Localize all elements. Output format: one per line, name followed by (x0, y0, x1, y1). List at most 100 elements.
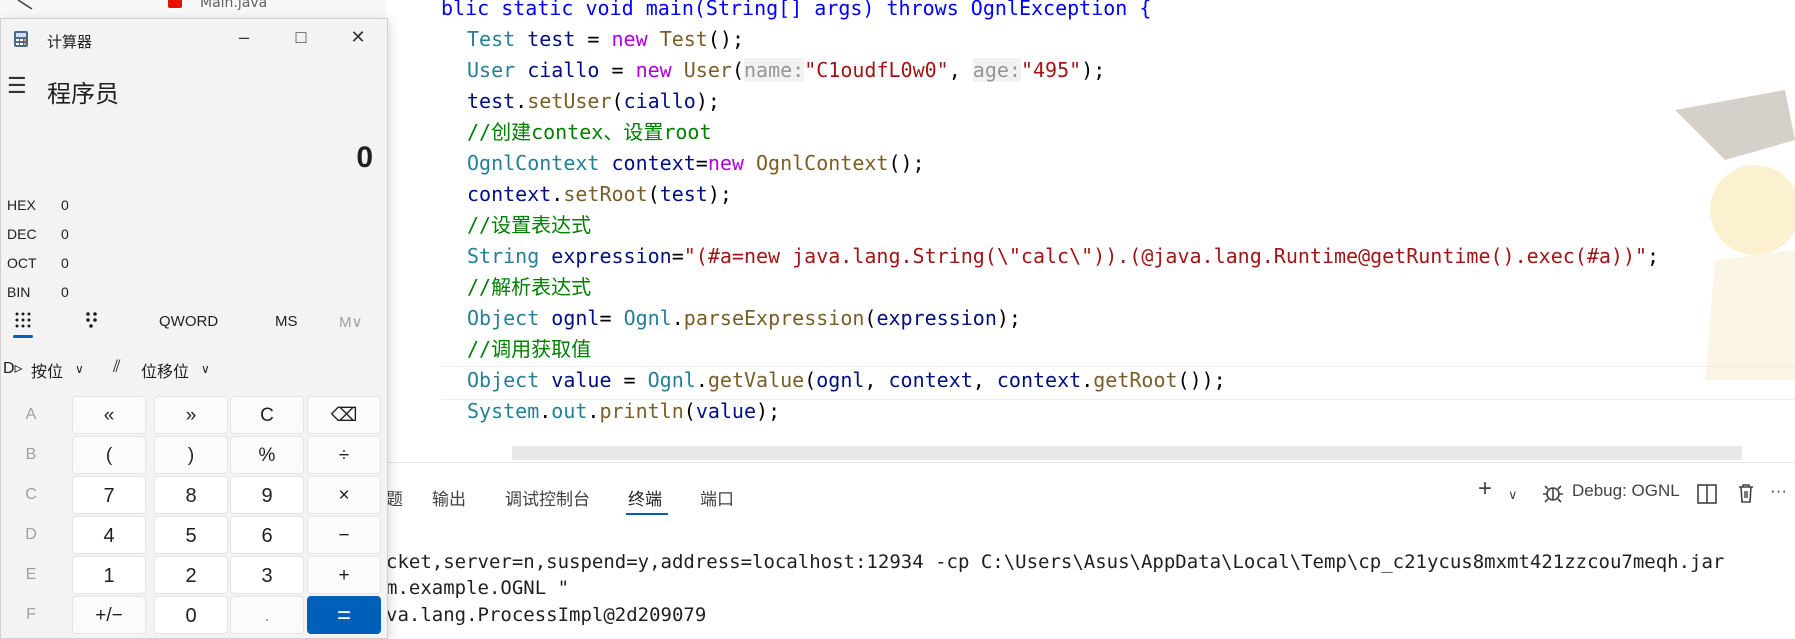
minimize-button[interactable]: – (229, 27, 259, 48)
code-line[interactable]: test.setUser(ciallo); (467, 86, 720, 117)
tab-output[interactable]: 输出 (432, 485, 466, 510)
code-token: test (467, 89, 516, 113)
calculator-key[interactable]: 1 (72, 556, 146, 594)
calculator-key[interactable]: × (307, 476, 381, 514)
hamburger-menu-icon[interactable]: ☰ (7, 73, 27, 99)
code-token: ciallo (527, 58, 600, 82)
tab-ports[interactable]: 端口 (700, 485, 734, 510)
radix-oct-value: 0 (61, 255, 69, 271)
calculator-window: 计算器 – □ ✕ ☰ 程序员 0 HEX 0 DEC 0 OCT 0 BIN … (0, 18, 388, 639)
radix-oct-label[interactable]: OCT (7, 255, 37, 271)
bitshift-dropdown[interactable]: 位移位 (141, 358, 189, 382)
calculator-key[interactable]: » (154, 396, 228, 434)
bug-icon (1543, 485, 1563, 503)
code-token: . (587, 399, 600, 423)
word-size-button[interactable]: QWORD (159, 313, 218, 330)
calculator-key[interactable]: 5 (154, 516, 228, 554)
bit-toggle-keypad-icon[interactable] (83, 311, 101, 329)
close-button[interactable]: ✕ (343, 27, 373, 48)
calculator-key[interactable]: 6 (230, 516, 304, 554)
calculator-key[interactable]: 2 (154, 556, 228, 594)
chevron-down-icon[interactable]: ∨ (1508, 487, 1518, 503)
radix-dec-label[interactable]: DEC (7, 226, 37, 242)
full-keypad-icon[interactable] (14, 311, 32, 329)
maximize-button[interactable]: □ (286, 27, 316, 48)
calculator-titlebar[interactable]: 计算器 – □ ✕ (1, 19, 387, 57)
java-file-icon (168, 0, 182, 8)
calculator-key[interactable]: +/− (72, 596, 146, 634)
code-line[interactable]: Object value = Ognl.getValue(ognl, conte… (467, 365, 1226, 396)
calculator-key[interactable]: 7 (72, 476, 146, 514)
code-line[interactable]: //设置表达式 (467, 210, 591, 241)
tab-debug-console[interactable]: 调试控制台 (505, 485, 590, 510)
calculator-key[interactable]: ⌫ (307, 396, 381, 434)
code-line[interactable]: System.out.println(value); (467, 396, 780, 427)
code-token: . (1081, 368, 1094, 392)
code-token: ); (707, 182, 732, 206)
split-terminal-icon[interactable] (1696, 483, 1718, 505)
code-token: ( (804, 368, 817, 392)
radix-hex-label[interactable]: HEX (7, 197, 36, 213)
add-terminal-button[interactable]: + (1478, 475, 1492, 503)
calculator-title: 计算器 (47, 34, 93, 51)
radix-hex-value: 0 (61, 197, 69, 213)
memory-store-button[interactable]: MS (275, 313, 298, 330)
code-token: new (611, 27, 648, 51)
run-icon[interactable] (14, 0, 38, 18)
code-line[interactable]: blic static void main(String[] args) thr… (441, 0, 1151, 24)
code-token: "(#a=new java.lang.String(\"calc\")).(@j… (683, 244, 1648, 268)
code-token: (); (888, 151, 925, 175)
bitshift-icon: ⫽ (113, 357, 121, 376)
more-actions-icon[interactable]: ··· (1770, 481, 1787, 501)
calculator-key[interactable]: 9 (230, 476, 304, 514)
tab-problems[interactable]: 题 (386, 485, 403, 510)
calculator-key[interactable]: = (307, 596, 381, 634)
tab-terminal[interactable]: 终端 (628, 485, 662, 510)
debug-session-label[interactable]: Debug: OGNL (1572, 481, 1680, 501)
calculator-display: 0 (356, 141, 373, 174)
calculator-key[interactable]: 4 (72, 516, 146, 554)
code-token: = (599, 306, 624, 330)
code-token: //设置表达式 (467, 213, 592, 237)
background-file-tab-label[interactable]: Main.java (200, 0, 267, 11)
code-line[interactable]: Test test = new Test(); (467, 24, 744, 55)
code-token: ); (1081, 58, 1106, 82)
code-line[interactable]: User ciallo = new User(name:"C1oudfL0w0"… (467, 55, 1105, 86)
bitwise-dropdown[interactable]: 按位 (31, 358, 63, 382)
calculator-key[interactable]: . (230, 596, 304, 634)
calculator-app-icon (14, 31, 28, 47)
trash-icon[interactable] (1735, 482, 1757, 504)
code-line[interactable]: Object ognl= Ognl.parseExpression(expres… (467, 303, 1021, 334)
calculator-key[interactable]: + (307, 556, 381, 594)
calculator-key[interactable]: C (230, 396, 304, 434)
code-line[interactable]: //解析表达式 (467, 272, 591, 303)
calculator-key[interactable]: % (230, 436, 304, 474)
calculator-key[interactable]: 3 (230, 556, 304, 594)
calculator-key[interactable]: ( (72, 436, 146, 474)
code-line[interactable]: String expression="(#a=new java.lang.Str… (467, 241, 1659, 272)
code-token: "C1oudfL0w0" (804, 58, 949, 82)
code-token: ( (611, 89, 624, 113)
hex-digit-key: B (25, 446, 37, 463)
terminal-line-2: m.example.OGNL " (386, 577, 570, 599)
calculator-key[interactable]: « (72, 396, 146, 434)
code-line[interactable]: OgnlContext context=new OgnlContext(); (467, 148, 925, 179)
code-token: setUser (527, 89, 612, 113)
code-line[interactable]: //创建contex、设置root (467, 117, 712, 148)
bitshift-chevron-down-icon[interactable]: ∨ (201, 362, 210, 376)
code-token: . (551, 182, 564, 206)
calculator-key[interactable]: ÷ (307, 436, 381, 474)
calculator-key[interactable]: 0 (154, 596, 228, 634)
calculator-key[interactable]: ) (154, 436, 228, 474)
radix-bin-label[interactable]: BIN (7, 284, 30, 300)
code-token: Ognl (623, 306, 672, 330)
code-line[interactable]: context.setRoot(test); (467, 179, 732, 210)
calculator-key[interactable]: 8 (154, 476, 228, 514)
horizontal-scrollbar[interactable] (512, 446, 1742, 460)
memory-view-button[interactable]: M∨ (339, 313, 362, 331)
bitwise-chevron-down-icon[interactable]: ∨ (75, 362, 84, 376)
code-line[interactable]: //调用获取值 (467, 334, 591, 365)
calculator-mode-title: 程序员 (47, 81, 119, 108)
calculator-key[interactable]: − (307, 516, 381, 554)
